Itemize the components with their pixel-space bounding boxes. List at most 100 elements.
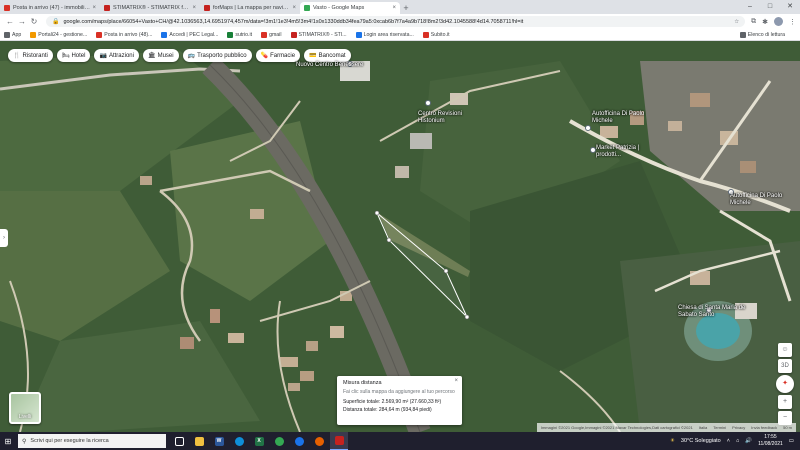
edge-icon[interactable]: [290, 432, 308, 450]
tab-title: STIMATRIX® - STIMATRIX forMaps: [113, 5, 190, 11]
place-label[interactable]: Centro Revisioni Histonium: [418, 111, 470, 125]
weather-text[interactable]: 30°C Soleggiato: [681, 438, 721, 444]
tab-strip: Posta in arrivo (47) - immobiliare × STIM…: [0, 0, 800, 14]
place-label[interactable]: Autofficina Di Paolo Michele: [592, 111, 646, 125]
close-window-icon[interactable]: ✕: [780, 0, 800, 14]
place-label[interactable]: Nuovo Centro Benessere: [296, 62, 363, 69]
chip-label: Hotel: [71, 52, 86, 59]
extensions-icon[interactable]: ⧉: [751, 18, 756, 26]
bookmark-item[interactable]: Portali24 - gestione...: [30, 31, 87, 38]
lock-icon[interactable]: 🔒: [52, 18, 59, 25]
bookmark-item[interactable]: App: [4, 31, 22, 38]
chip-ristoranti[interactable]: 🍴 Ristoranti: [8, 49, 53, 62]
address-bar[interactable]: 🔒 google.com/maps/place/66054+Vasto+CH/@…: [45, 16, 746, 27]
close-tab-icon[interactable]: ×: [192, 5, 196, 11]
taskbar-apps: W X: [170, 432, 348, 450]
browser-tab[interactable]: STIMATRIX® - STIMATRIX forMaps×: [100, 2, 200, 14]
chip-attrazioni[interactable]: 📷 Attrazioni: [94, 49, 139, 62]
bookmark-star-icon[interactable]: ☆: [734, 19, 739, 25]
bookmark-label: Subito.it: [430, 31, 450, 38]
bookmark-item[interactable]: Subito.it: [422, 31, 450, 38]
bookmark-item[interactable]: Accedi | PEC Legal...: [161, 31, 218, 38]
pegman-icon[interactable]: ☺: [778, 343, 792, 357]
new-tab-button[interactable]: +: [400, 2, 412, 14]
bookmark-label: App: [12, 31, 22, 38]
chip-label: Attrazioni: [108, 52, 134, 59]
volume-icon[interactable]: 🔊: [745, 438, 752, 444]
place-label[interactable]: Market Patrizia | prodotti...: [596, 145, 656, 159]
reading-list-icon: [739, 32, 746, 38]
menu-icon[interactable]: ⋮: [789, 18, 796, 26]
network-icon[interactable]: ⌂: [736, 438, 739, 444]
chip-hotel[interactable]: 🛏 Hotel: [56, 49, 91, 62]
browser-tab[interactable]: forMaps | La mappa per navigare ×: [200, 2, 300, 14]
excel-icon[interactable]: X: [250, 432, 268, 450]
place-label[interactable]: Chiesa di Santa Maria de Sabato Santo: [678, 305, 754, 319]
feedback-link[interactable]: Invia feedback: [751, 425, 777, 430]
reading-list-button[interactable]: Elenco di lettura: [739, 29, 785, 41]
file-explorer-icon[interactable]: [190, 432, 208, 450]
back-icon[interactable]: ←: [4, 17, 16, 26]
stimatrix-icon: [104, 5, 110, 11]
weather-icon[interactable]: ☀: [670, 438, 675, 444]
bookmark-item[interactable]: sutrio.it: [227, 31, 252, 38]
privacy-link[interactable]: Privacy: [732, 425, 745, 430]
clock-date: 11/08/2021: [758, 441, 783, 447]
firefox-icon[interactable]: [310, 432, 328, 450]
map-canvas[interactable]: 🍴 Ristoranti 🛏 Hotel 📷 Attrazioni 🏛 Musei 🚌 T…: [0, 41, 800, 432]
edge-icon[interactable]: [230, 432, 248, 450]
word-icon[interactable]: W: [210, 432, 228, 450]
chip-bancomat[interactable]: 💳 Bancomat: [304, 49, 351, 62]
gmail-icon: [4, 5, 10, 11]
3d-toggle-button[interactable]: 3D: [778, 359, 792, 373]
camera-icon: 📷: [99, 53, 107, 59]
acrobat-icon[interactable]: [330, 432, 348, 450]
close-icon[interactable]: ×: [454, 378, 458, 384]
bookmarks-bar: App Portali24 - gestione... Posta in arr…: [0, 29, 800, 41]
compass-icon[interactable]: ✦: [776, 375, 794, 393]
puzzle-icon[interactable]: ✱: [762, 18, 768, 26]
chevron-up-icon[interactable]: ˄: [727, 438, 730, 444]
chip-musei[interactable]: 🏛 Musei: [142, 49, 179, 62]
bookmark-label: STIMATRIX® - STI...: [298, 31, 347, 38]
bookmark-item[interactable]: Login area riservata...: [355, 31, 414, 38]
bookmark-item[interactable]: gmail: [261, 31, 282, 38]
place-pin-icon[interactable]: [585, 125, 591, 131]
browser-tab-active[interactable]: Vasto - Google Maps ×: [300, 2, 400, 14]
task-view-icon[interactable]: [170, 432, 188, 450]
search-placeholder: Scrivi qui per eseguire la ricerca: [30, 438, 109, 444]
place-label[interactable]: Autofficina Di Paolo Michele: [730, 193, 784, 207]
close-tab-icon[interactable]: ×: [292, 5, 296, 11]
forward-icon[interactable]: →: [16, 17, 28, 26]
notifications-icon[interactable]: ▭: [789, 438, 794, 444]
zoom-in-button[interactable]: +: [778, 395, 792, 409]
terms-link[interactable]: Termini: [713, 425, 726, 430]
chrome-icon[interactable]: [270, 432, 288, 450]
url-text[interactable]: google.com/maps/place/66054+Vasto+CH/@42…: [63, 19, 730, 25]
bookmark-label: gmail: [269, 31, 282, 38]
chip-trasporto-pubblico[interactable]: 🚌 Trasporto pubblico: [182, 49, 252, 62]
scale-bar[interactable]: 50 m: [783, 425, 792, 430]
close-tab-icon[interactable]: ×: [92, 5, 96, 11]
chip-farmacie[interactable]: 💊 Farmacie: [255, 49, 301, 62]
pill-icon: 💊: [260, 53, 269, 59]
pec-icon: [161, 31, 168, 38]
profile-avatar[interactable]: [774, 17, 783, 26]
clock[interactable]: 17:55 11/08/2021: [758, 434, 783, 448]
taskbar-search[interactable]: ⚲ Scrivi qui per eseguire la ricerca: [18, 434, 166, 448]
bookmark-item[interactable]: Posta in arrivo (48)...: [96, 31, 152, 38]
browser-tab[interactable]: Posta in arrivo (47) - immobiliare ×: [0, 2, 100, 14]
reload-icon[interactable]: ↻: [28, 17, 40, 26]
layers-button[interactable]: Livelli: [9, 392, 41, 424]
windows-start-icon[interactable]: ⊞: [0, 437, 16, 446]
gmail-icon: [261, 31, 268, 38]
clock-time: 17:55: [764, 434, 777, 440]
bookmark-item[interactable]: STIMATRIX® - STI...: [290, 31, 347, 38]
collapse-side-panel-button[interactable]: ›: [0, 229, 8, 247]
close-tab-icon[interactable]: ×: [392, 5, 396, 11]
place-pin-icon[interactable]: [425, 100, 431, 106]
attribution-country[interactable]: Italia: [699, 425, 707, 430]
minimize-icon[interactable]: –: [740, 0, 760, 14]
museum-icon: 🏛: [147, 53, 156, 59]
maximize-icon[interactable]: □: [760, 0, 780, 14]
